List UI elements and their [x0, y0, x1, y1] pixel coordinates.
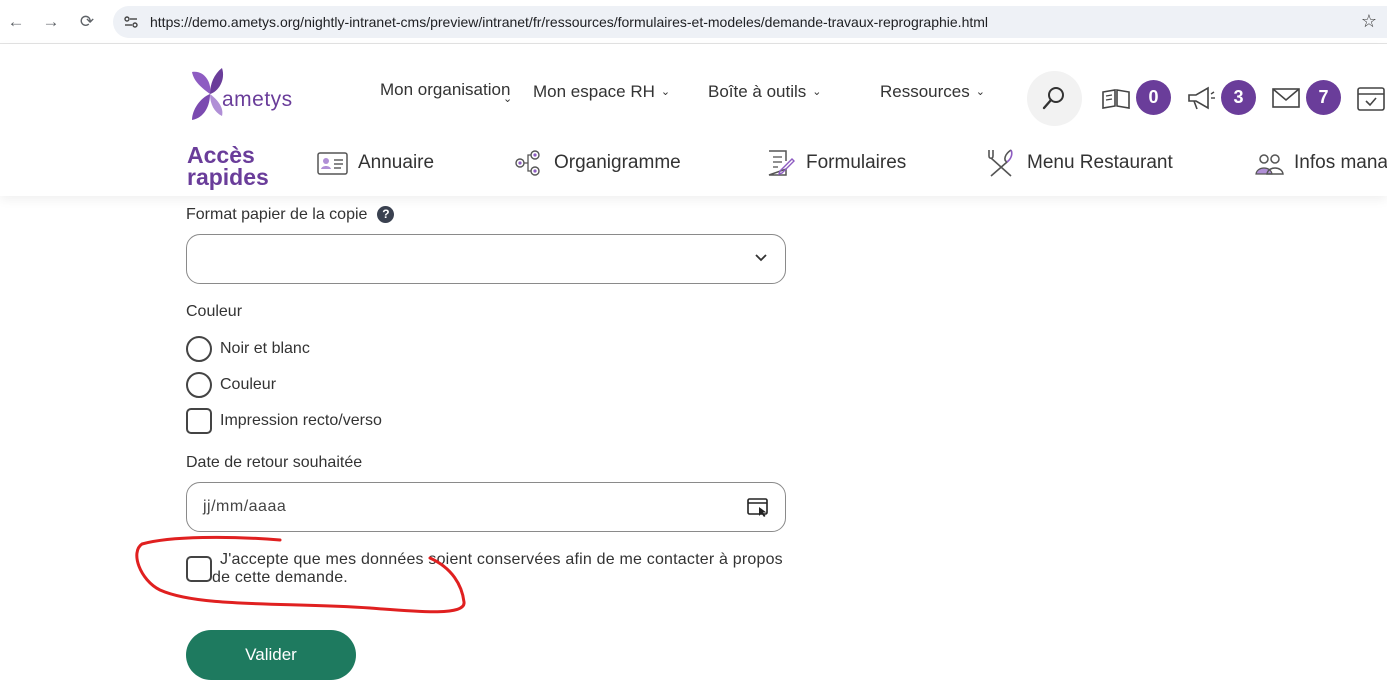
- quick-access-title-line2: rapides: [187, 164, 269, 190]
- option-label: Noir et blanc: [220, 340, 310, 357]
- news-book-icon[interactable]: [1101, 84, 1131, 112]
- nav-label: Mon espace RH: [533, 82, 655, 101]
- nav-label: Ressources: [880, 82, 970, 101]
- back-icon[interactable]: ←: [5, 11, 27, 33]
- option-label: Couleur: [220, 376, 277, 393]
- search-button[interactable]: [1027, 71, 1082, 126]
- calendar-icon[interactable]: [1356, 84, 1386, 112]
- contact-card-icon: [317, 152, 348, 175]
- browser-toolbar: ← → ⟳ https://demo.ametys.org/nightly-in…: [0, 0, 1387, 44]
- logo-text: ametys: [222, 88, 293, 111]
- address-bar[interactable]: https://demo.ametys.org/nightly-intranet…: [113, 6, 1387, 38]
- messages-count-badge[interactable]: 7: [1306, 80, 1341, 115]
- site-header: ametys Mon organisation ⌄ Mon espace RH ⌄…: [0, 44, 1387, 196]
- search-icon: [1042, 87, 1064, 110]
- chevron-down-icon: ⌄: [812, 86, 822, 98]
- chevron-down-icon: ⌄: [660, 86, 671, 98]
- url-text[interactable]: https://demo.ametys.org/nightly-intranet…: [150, 14, 988, 30]
- help-icon[interactable]: ?: [377, 206, 395, 223]
- quick-access-title-line1: Accès: [187, 142, 255, 168]
- site-info-icon[interactable]: [123, 14, 139, 30]
- megaphone-icon[interactable]: [1186, 84, 1216, 112]
- checkbox-recto-verso[interactable]: [186, 408, 212, 434]
- forward-icon[interactable]: →: [40, 11, 62, 33]
- managers-icon: [1255, 154, 1284, 175]
- calendar-picker-icon[interactable]: [747, 497, 769, 517]
- option-couleur[interactable]: Couleur: [186, 372, 276, 398]
- quick-link-annuaire[interactable]: Annuaire: [317, 148, 434, 178]
- date-label: Date de retour souhaitée: [186, 454, 363, 471]
- org-chart-icon: [515, 150, 540, 176]
- mail-icon[interactable]: [1271, 84, 1301, 112]
- utensils-icon: [988, 149, 1013, 177]
- nav-mon-organisation[interactable]: Mon organisation: [380, 81, 510, 99]
- return-date-input[interactable]: jj/mm/aaaa: [186, 482, 786, 532]
- quick-link-label: Annuaire: [358, 152, 435, 173]
- ametys-logo[interactable]: ametys: [186, 66, 306, 126]
- red-annotation-circle: [135, 535, 466, 614]
- reload-icon[interactable]: ⟳: [76, 11, 98, 33]
- quick-link-label: Menu Restaurant: [1027, 152, 1173, 173]
- chevron-down-icon: ⌄: [975, 86, 985, 98]
- nav-boite-a-outils[interactable]: Boîte à outils ⌄: [708, 82, 822, 102]
- color-label: Couleur: [186, 303, 243, 320]
- chevron-down-icon: [755, 254, 767, 262]
- option-label: Impression recto/verso: [220, 412, 382, 429]
- radio-noir-et-blanc[interactable]: [186, 336, 212, 362]
- nav-ressources[interactable]: Ressources ⌄: [880, 82, 985, 102]
- form-icon: [768, 150, 795, 176]
- quick-link-label: Organigramme: [554, 152, 681, 173]
- paper-format-label: Format papier de la copie?: [186, 206, 395, 224]
- submit-button[interactable]: Valider: [186, 630, 356, 680]
- news-count-badge[interactable]: 0: [1136, 80, 1171, 115]
- quick-link-label: Formulaires: [806, 152, 907, 173]
- quick-link-organigramme[interactable]: Organigramme: [513, 148, 681, 178]
- chevron-down-icon[interactable]: ⌄: [503, 92, 512, 105]
- quick-link-formulaires[interactable]: Formulaires: [766, 148, 906, 178]
- announcements-count-badge[interactable]: 3: [1221, 80, 1256, 115]
- quick-link-menu-restaurant[interactable]: Menu Restaurant: [985, 148, 1173, 178]
- nav-label: Boîte à outils: [708, 82, 807, 101]
- quick-link-label: Infos mana: [1294, 152, 1387, 173]
- paper-format-label-text: Format papier de la copie: [186, 206, 368, 223]
- paper-format-select[interactable]: [186, 234, 786, 284]
- date-placeholder: jj/mm/aaaa: [203, 498, 287, 515]
- option-recto-verso[interactable]: Impression recto/verso: [186, 408, 382, 434]
- quick-access-title: Accès rapides: [187, 142, 269, 190]
- nav-mon-espace-rh[interactable]: Mon espace RH ⌄: [533, 82, 670, 102]
- bookmark-star-icon[interactable]: ☆: [1361, 11, 1377, 32]
- radio-couleur[interactable]: [186, 372, 212, 398]
- option-noir-et-blanc[interactable]: Noir et blanc: [186, 336, 310, 362]
- quick-link-infos-managers[interactable]: Infos mana: [1254, 148, 1387, 178]
